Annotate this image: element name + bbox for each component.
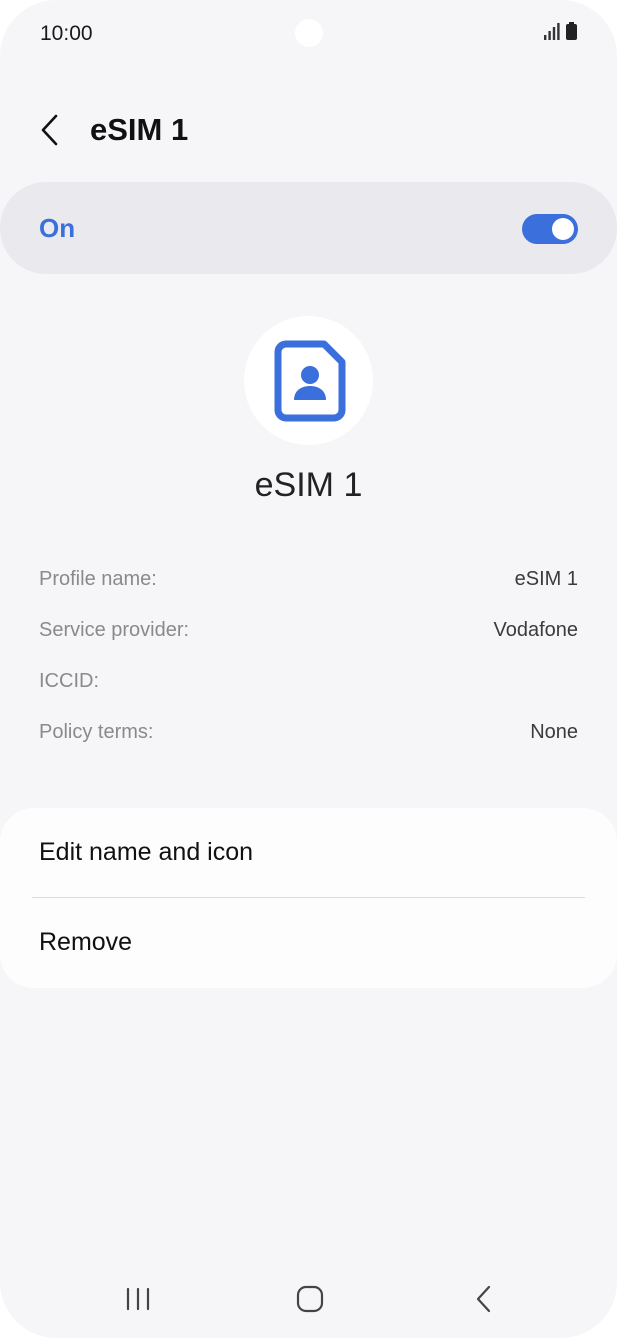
info-value: eSIM 1 xyxy=(514,568,578,590)
page-title: eSIM 1 xyxy=(90,112,189,147)
actions-card: Edit name and icon Remove xyxy=(0,808,617,988)
home-button[interactable] xyxy=(280,1276,340,1322)
action-label: Remove xyxy=(39,928,133,956)
info-row-policy-terms: Policy terms: None xyxy=(39,721,578,751)
profile-icon-container xyxy=(244,316,373,445)
recent-apps-icon xyxy=(126,1287,150,1311)
info-label: Service provider: xyxy=(39,619,190,641)
status-icons xyxy=(544,22,577,40)
info-row-iccid: ICCID: xyxy=(39,670,578,700)
action-label: Edit name and icon xyxy=(39,838,254,866)
switch-knob xyxy=(552,218,574,240)
status-time: 10:00 xyxy=(40,22,93,45)
info-label: ICCID: xyxy=(39,670,99,692)
info-label: Policy terms: xyxy=(39,721,154,743)
back-icon xyxy=(476,1285,491,1313)
info-row-profile-name: Profile name: eSIM 1 xyxy=(39,568,578,598)
chevron-left-icon xyxy=(41,114,58,146)
esim-toggle-row[interactable]: On xyxy=(0,182,617,274)
info-value: Vodafone xyxy=(493,619,578,641)
phone-screen: 10:00 eSIM 1 On eSIM 1 Profile name: eSI… xyxy=(0,0,617,1338)
sim-card-user-icon xyxy=(274,340,345,421)
info-row-service-provider: Service provider: Vodafone xyxy=(39,619,578,649)
home-icon xyxy=(296,1285,324,1313)
back-button[interactable] xyxy=(28,108,72,152)
esim-switch[interactable] xyxy=(522,214,578,244)
nav-back-button[interactable] xyxy=(454,1276,514,1322)
info-label: Profile name: xyxy=(39,568,157,590)
toggle-label: On xyxy=(39,213,76,243)
signal-icon xyxy=(544,23,560,40)
recent-apps-button[interactable] xyxy=(108,1276,168,1322)
battery-icon xyxy=(566,22,577,40)
edit-name-and-icon-button[interactable]: Edit name and icon xyxy=(0,808,617,898)
info-value: None xyxy=(530,721,578,743)
front-camera xyxy=(295,19,323,47)
header: eSIM 1 xyxy=(0,100,617,162)
profile-name: eSIM 1 xyxy=(254,466,363,504)
remove-button[interactable]: Remove xyxy=(0,898,617,988)
